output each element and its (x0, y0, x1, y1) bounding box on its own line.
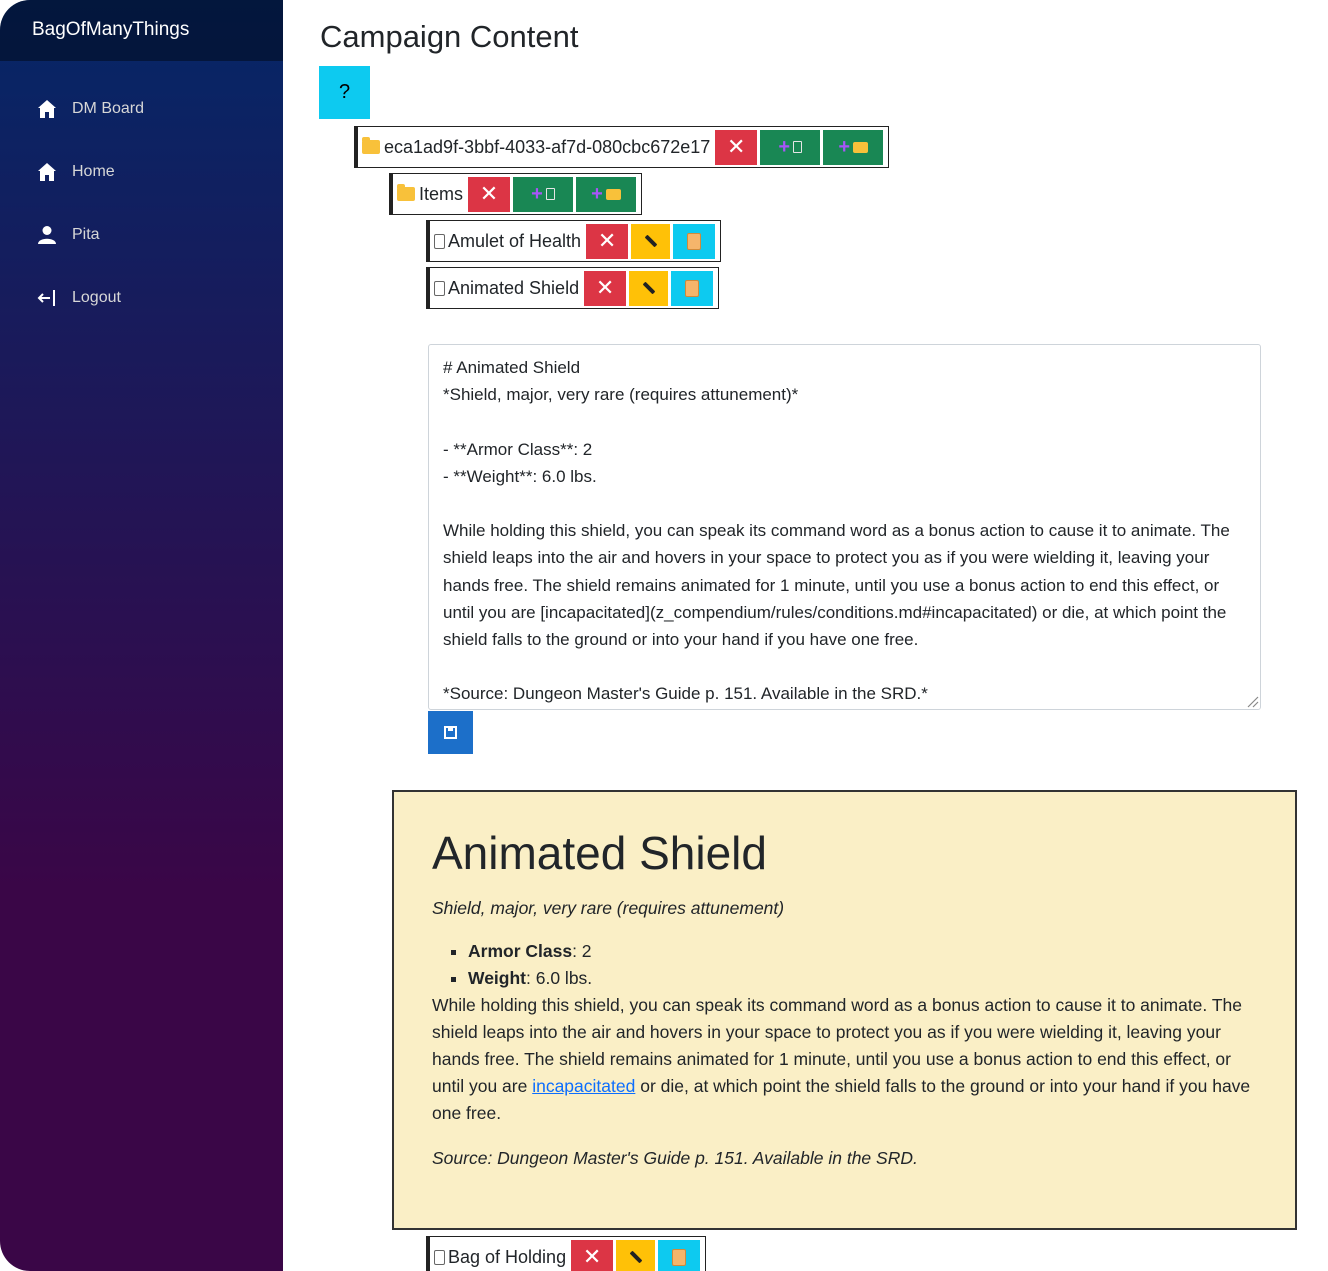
sidebar: BagOfManyThings DM Board Home Pita Logou… (0, 0, 283, 1271)
preview-subtitle: Shield, major, very rare (requires attun… (432, 897, 785, 918)
tree-node-label[interactable]: Amulet of Health (434, 231, 581, 252)
page-icon (545, 188, 555, 200)
folder-name: Items (419, 183, 464, 204)
help-button[interactable]: ? (319, 66, 370, 119)
list-item: Armor Class: 2 (468, 938, 1257, 965)
close-icon: ✕ (597, 228, 617, 253)
logout-icon (36, 287, 58, 309)
save-button[interactable] (428, 711, 473, 754)
edit-button[interactable] (631, 223, 671, 259)
close-icon: ✕ (727, 134, 746, 159)
brand-title[interactable]: BagOfManyThings (0, 0, 283, 61)
property-value: : 6.0 lbs. (526, 967, 593, 988)
close-icon: ✕ (582, 1244, 602, 1269)
delete-button[interactable]: ✕ (468, 176, 511, 212)
home-icon (36, 161, 58, 183)
sidebar-item-label: Logout (72, 288, 121, 306)
markdown-preview: Animated Shield Shield, major, very rare… (392, 790, 1297, 1230)
sidebar-item-label: Pita (72, 225, 100, 243)
markdown-editor[interactable]: # Animated Shield *Shield, major, very r… (428, 344, 1261, 710)
delete-button[interactable]: ✕ (586, 223, 629, 259)
plus-icon: + (591, 182, 603, 205)
tree-node-file: Animated Shield ✕ (426, 267, 720, 309)
view-button[interactable] (673, 223, 716, 259)
property-key: Armor Class (468, 940, 573, 961)
close-icon: ✕ (595, 275, 615, 300)
add-file-button[interactable]: + (760, 129, 821, 165)
home-icon (36, 98, 58, 120)
plus-icon: + (838, 135, 851, 158)
memo-icon (687, 232, 702, 250)
tree-node-label[interactable]: Items (397, 184, 463, 205)
tree-node-items-folder: Items ✕ + + (389, 173, 643, 215)
page-icon (434, 233, 445, 249)
page-icon (793, 141, 803, 153)
tree-node-label[interactable]: Animated Shield (434, 278, 579, 299)
delete-button[interactable]: ✕ (584, 270, 627, 306)
pencil-icon (644, 234, 657, 248)
preview-body: While holding this shield, you can speak… (432, 992, 1257, 1127)
resize-handle[interactable] (1245, 694, 1259, 708)
edit-button[interactable] (616, 1239, 656, 1271)
tree-node-label[interactable]: eca1ad9f-3bbf-4033-af7d-080cbc672e17 (362, 137, 710, 158)
sidebar-nav: DM Board Home Pita Logout (0, 61, 283, 329)
root-folder-name: eca1ad9f-3bbf-4033-af7d-080cbc672e17 (384, 136, 711, 157)
preview-source: Source: Dungeon Master's Guide p. 151. A… (432, 1147, 918, 1168)
add-folder-button[interactable]: + (823, 129, 884, 165)
folder-icon (853, 141, 869, 153)
pencil-icon (642, 281, 655, 295)
plus-icon: + (778, 135, 791, 158)
delete-button[interactable]: ✕ (715, 129, 758, 165)
folder-icon (605, 188, 621, 200)
page-icon (434, 280, 445, 296)
preview-title: Animated Shield (432, 827, 767, 879)
memo-icon (685, 279, 700, 297)
folder-icon (397, 184, 415, 201)
edit-button[interactable] (629, 270, 669, 306)
file-name: Animated Shield (448, 277, 580, 298)
memo-icon (672, 1248, 687, 1266)
person-icon (36, 224, 58, 246)
tree-node-label[interactable]: Bag of Holding (434, 1247, 566, 1268)
view-button[interactable] (658, 1239, 701, 1271)
add-folder-button[interactable]: + (576, 176, 637, 212)
view-button[interactable] (671, 270, 714, 306)
tree-node-file: Amulet of Health ✕ (426, 220, 722, 262)
pencil-icon (629, 1250, 642, 1264)
sidebar-item-label: DM Board (72, 99, 145, 117)
sidebar-item-home[interactable]: Home (0, 140, 283, 203)
tree-node-root: eca1ad9f-3bbf-4033-af7d-080cbc672e17 ✕ +… (354, 126, 890, 168)
property-key: Weight (468, 967, 527, 988)
file-name: Amulet of Health (448, 230, 582, 251)
save-icon (444, 726, 457, 739)
folder-icon (362, 137, 380, 154)
property-list: Armor Class: 2 Weight: 6.0 lbs. (432, 938, 1257, 992)
incapacitated-link[interactable]: incapacitated (532, 1076, 635, 1096)
sidebar-item-logout[interactable]: Logout (0, 266, 283, 329)
sidebar-item-pita[interactable]: Pita (0, 203, 283, 266)
main-content: Campaign Content ? eca1ad9f-3bbf-4033-af… (283, 0, 1328, 1271)
list-item: Weight: 6.0 lbs. (468, 965, 1257, 992)
page-icon (434, 1249, 445, 1265)
tree-node-file: Bag of Holding ✕ (426, 1236, 707, 1271)
delete-button[interactable]: ✕ (571, 1239, 614, 1271)
file-name: Bag of Holding (448, 1246, 567, 1267)
page-title: Campaign Content (320, 19, 579, 54)
sidebar-item-label: Home (72, 162, 115, 180)
property-value: : 2 (572, 940, 592, 961)
plus-icon: + (531, 182, 543, 205)
add-file-button[interactable]: + (513, 176, 574, 212)
sidebar-item-dm-board[interactable]: DM Board (0, 77, 283, 140)
close-icon: ✕ (479, 181, 499, 206)
